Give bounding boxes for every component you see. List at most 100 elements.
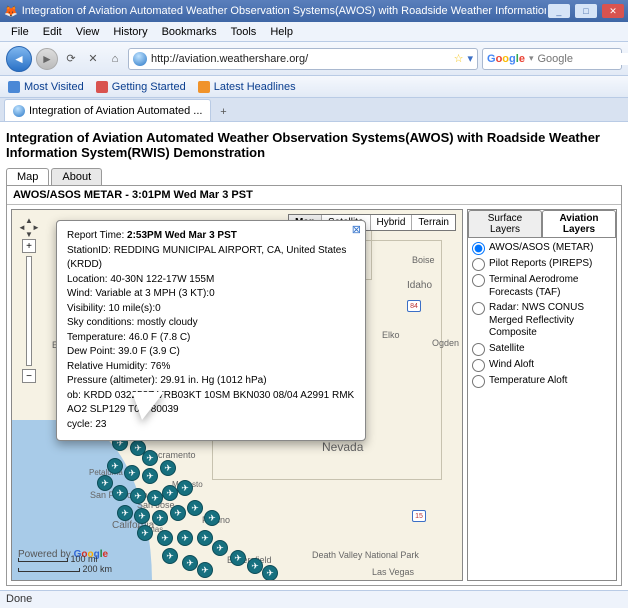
layer-temp-aloft[interactable]: Temperature Aloft xyxy=(472,375,612,388)
station-marker[interactable]: ✈ xyxy=(117,505,133,521)
url-dropdown-icon[interactable]: ▾ xyxy=(467,52,473,65)
window-titlebar: 🦊 Integration of Aviation Automated Weat… xyxy=(0,0,628,22)
popup-location: Location: 40-30N 122-17W 155M xyxy=(67,273,355,288)
station-marker[interactable]: ✈ xyxy=(204,510,220,526)
label-lasvegas: Las Vegas xyxy=(372,567,414,577)
layer-satellite[interactable]: Satellite xyxy=(472,343,612,356)
search-bar[interactable]: Google ▾ xyxy=(482,48,622,70)
getting-started-icon xyxy=(96,81,108,93)
maptype-terrain[interactable]: Terrain xyxy=(412,215,455,230)
status-text: Done xyxy=(6,593,32,605)
popup-tail xyxy=(132,392,164,420)
station-marker[interactable]: ✈ xyxy=(197,562,213,578)
station-marker[interactable]: ✈ xyxy=(160,460,176,476)
pan-control: ▲ ▼ ◄ ► xyxy=(18,216,40,238)
tab-label: Integration of Aviation Automated ... xyxy=(29,105,202,117)
label-nevada: Nevada xyxy=(322,440,363,454)
layer-awos[interactable]: AWOS/ASOS (METAR) xyxy=(472,242,612,255)
nav-toolbar: ◄ ► ⟳ ✕ ⌂ http://aviation.weathershare.o… xyxy=(0,42,628,76)
station-marker[interactable]: ✈ xyxy=(152,510,168,526)
new-tab-button[interactable]: + xyxy=(213,103,233,121)
report-time: 2:53PM Wed Mar 3 PST xyxy=(127,230,237,241)
station-marker[interactable]: ✈ xyxy=(177,530,193,546)
zoom-in-button[interactable]: + xyxy=(22,239,36,253)
url-text: http://aviation.weathershare.org/ xyxy=(151,53,450,65)
label-idaho: Idaho xyxy=(407,280,432,291)
popup-close-icon[interactable]: ⊠ xyxy=(352,223,361,239)
home-button[interactable]: ⌂ xyxy=(106,50,124,68)
maximize-button[interactable]: □ xyxy=(575,4,597,18)
tab-map[interactable]: Map xyxy=(6,168,49,185)
tab-aviation-layers[interactable]: Aviation Layers xyxy=(542,210,616,237)
station-marker[interactable]: ✈ xyxy=(142,468,158,484)
reload-button[interactable]: ⟳ xyxy=(62,50,80,68)
popup-humidity: Relative Humidity: 76% xyxy=(67,360,355,375)
station-marker[interactable]: ✈ xyxy=(107,458,123,474)
zoom-slider[interactable] xyxy=(26,256,32,366)
station-marker[interactable]: ✈ xyxy=(187,500,203,516)
menu-view[interactable]: View xyxy=(69,24,107,40)
tab-about[interactable]: About xyxy=(51,168,102,185)
window-title: Integration of Aviation Automated Weathe… xyxy=(18,5,546,17)
google-icon: Google xyxy=(487,53,525,65)
station-marker[interactable]: ✈ xyxy=(124,465,140,481)
menu-bookmarks[interactable]: Bookmarks xyxy=(155,24,224,40)
popup-ob: ob: KRDD 032253Z VRB03KT 10SM BKN030 08/… xyxy=(67,389,355,418)
close-button[interactable]: ✕ xyxy=(602,4,624,18)
station-marker[interactable]: ✈ xyxy=(182,555,198,571)
bookmark-getting-started[interactable]: Getting Started xyxy=(96,81,186,93)
pan-right[interactable]: ► xyxy=(32,223,40,231)
bookmarks-toolbar: Most Visited Getting Started Latest Head… xyxy=(0,76,628,98)
station-marker[interactable]: ✈ xyxy=(177,480,193,496)
panel-title: AWOS/ASOS METAR - 3:01PM Wed Mar 3 PST xyxy=(7,186,621,205)
station-marker[interactable]: ✈ xyxy=(197,530,213,546)
station-marker[interactable]: ✈ xyxy=(142,450,158,466)
scale-bar: 100 mi 200 km xyxy=(18,554,112,574)
station-marker[interactable]: ✈ xyxy=(112,485,128,501)
maptype-hybrid[interactable]: Hybrid xyxy=(371,215,413,230)
station-marker[interactable]: ✈ xyxy=(134,508,150,524)
station-marker[interactable]: ✈ xyxy=(130,488,146,504)
station-marker[interactable]: ✈ xyxy=(162,548,178,564)
search-input[interactable] xyxy=(537,53,628,65)
station-marker[interactable]: ✈ xyxy=(162,485,178,501)
info-popup: ⊠ Report Time: 2:53PM Wed Mar 3 PST Stat… xyxy=(56,220,366,441)
station-marker[interactable]: ✈ xyxy=(262,565,278,581)
label-boise: Boise xyxy=(412,255,435,265)
menu-help[interactable]: Help xyxy=(263,24,300,40)
layer-pireps[interactable]: Pilot Reports (PIREPS) xyxy=(472,258,612,271)
station-marker[interactable]: ✈ xyxy=(97,475,113,491)
forward-button[interactable]: ► xyxy=(36,48,58,70)
layer-radar[interactable]: Radar: NWS CONUS Merged Reflectivity Com… xyxy=(472,302,612,340)
popup-sky: Sky conditions: mostly cloudy xyxy=(67,316,355,331)
menu-tools[interactable]: Tools xyxy=(224,24,264,40)
station-marker[interactable]: ✈ xyxy=(157,530,173,546)
station-marker[interactable]: ✈ xyxy=(170,505,186,521)
minimize-button[interactable]: _ xyxy=(548,4,570,18)
bookmark-most-visited[interactable]: Most Visited xyxy=(8,81,84,93)
map-area[interactable]: Map Satellite Hybrid Terrain ▲ ▼ ◄ ► + − xyxy=(11,209,463,581)
station-marker[interactable]: ✈ xyxy=(137,525,153,541)
menu-edit[interactable]: Edit xyxy=(36,24,69,40)
bookmark-star-icon[interactable]: ☆ xyxy=(454,52,464,65)
tab-surface-layers[interactable]: Surface Layers xyxy=(468,210,542,237)
popup-dewpoint: Dew Point: 39.0 F (3.9 C) xyxy=(67,345,355,360)
layer-taf[interactable]: Terminal Aerodrome Forecasts (TAF) xyxy=(472,274,612,299)
zoom-out-button[interactable]: − xyxy=(22,369,36,383)
back-button[interactable]: ◄ xyxy=(6,46,32,72)
station-marker[interactable]: ✈ xyxy=(247,558,263,574)
road-i15: 15 xyxy=(412,510,426,522)
url-bar[interactable]: http://aviation.weathershare.org/ ☆ ▾ xyxy=(128,48,478,70)
stop-button[interactable]: ✕ xyxy=(84,50,102,68)
pan-left[interactable]: ◄ xyxy=(18,223,26,231)
station-marker[interactable]: ✈ xyxy=(147,490,163,506)
menu-history[interactable]: History xyxy=(106,24,154,40)
menu-file[interactable]: File xyxy=(4,24,36,40)
popup-wind: Wind: Variable at 3 MPH (3 KT):0 xyxy=(67,287,355,302)
layer-wind-aloft[interactable]: Wind Aloft xyxy=(472,359,612,372)
browser-tab[interactable]: Integration of Aviation Automated ... xyxy=(4,99,211,121)
station-marker[interactable]: ✈ xyxy=(230,550,246,566)
bookmark-latest-headlines[interactable]: Latest Headlines xyxy=(198,81,296,93)
label-elko: Elko xyxy=(382,330,400,340)
station-marker[interactable]: ✈ xyxy=(212,540,228,556)
